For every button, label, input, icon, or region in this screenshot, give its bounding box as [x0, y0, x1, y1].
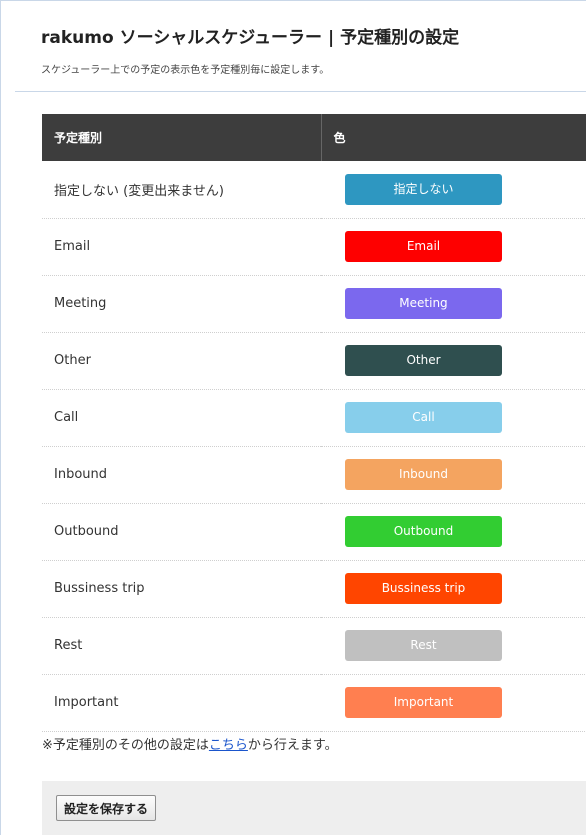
- event-color-cell: Outbound: [321, 503, 586, 561]
- other-settings-link[interactable]: こちら: [209, 738, 248, 753]
- color-picker-button[interactable]: Rest: [345, 630, 502, 661]
- color-picker-button[interactable]: Inbound: [345, 459, 502, 490]
- color-picker-button[interactable]: 指定しない: [345, 173, 502, 205]
- event-type-label: Outbound: [42, 503, 321, 561]
- event-type-label: Meeting: [42, 275, 321, 333]
- column-header-color: 色: [321, 114, 586, 161]
- color-picker-button[interactable]: Outbound: [345, 516, 502, 547]
- page-subtitle: スケジューラー上での予定の表示色を予定種別毎に設定します。: [41, 65, 330, 76]
- color-picker-button[interactable]: Meeting: [345, 288, 502, 319]
- table-row: Outbound Outbound: [42, 503, 586, 561]
- note-suffix: から行えます。: [247, 738, 338, 753]
- event-color-cell: Important: [321, 674, 586, 732]
- table-row: Call Call: [42, 389, 586, 447]
- note-prefix: ※予定種別のその他の設定は: [42, 738, 209, 753]
- table-body: 指定しない (変更出来ません) 指定しない Email Email Meeting Mee…: [42, 161, 586, 732]
- event-type-table-wrapper: 予定種別 色 指定しない (変更出来ません) 指定しない Email Email Mee…: [42, 114, 586, 732]
- table-row: Other Other: [42, 332, 586, 390]
- event-type-label: Inbound: [42, 446, 321, 504]
- color-picker-button[interactable]: Email: [345, 231, 502, 262]
- table-header-row: 予定種別 色: [42, 114, 586, 161]
- table-row: Meeting Meeting: [42, 275, 586, 333]
- page-header: rakumo ソーシャルスケジューラー | 予定種別の設定 スケジューラー上での…: [15, 1, 586, 92]
- color-picker-button[interactable]: Call: [345, 402, 502, 433]
- color-picker-button[interactable]: Important: [345, 687, 502, 718]
- table-row: Important Important: [42, 674, 586, 732]
- event-color-cell: Meeting: [321, 275, 586, 333]
- event-type-label: Other: [42, 332, 321, 390]
- settings-page: rakumo ソーシャルスケジューラー | 予定種別の設定 スケジューラー上での…: [0, 0, 586, 835]
- event-color-cell: 指定しない: [321, 161, 586, 219]
- event-type-label: Important: [42, 674, 321, 732]
- table-row: Email Email: [42, 218, 586, 276]
- color-picker-button[interactable]: Bussiness trip: [345, 573, 502, 604]
- event-type-label: Bussiness trip: [42, 560, 321, 618]
- other-settings-note: ※予定種別のその他の設定はこちらから行えます。: [42, 734, 338, 753]
- event-type-table: 予定種別 色 指定しない (変更出来ません) 指定しない Email Email Mee…: [42, 114, 586, 732]
- color-picker-button[interactable]: Other: [345, 345, 502, 376]
- footer-bar: 設定を保存する: [42, 781, 586, 835]
- save-settings-button[interactable]: 設定を保存する: [56, 795, 157, 821]
- event-color-cell: Bussiness trip: [321, 560, 586, 618]
- page-title: rakumo ソーシャルスケジューラー | 予定種別の設定: [41, 28, 460, 48]
- column-header-event-type: 予定種別: [42, 114, 322, 161]
- event-type-label: 指定しない (変更出来ません): [42, 161, 321, 219]
- event-type-label: Call: [42, 389, 321, 447]
- event-color-cell: Email: [321, 218, 586, 276]
- event-color-cell: Inbound: [321, 446, 586, 504]
- event-type-label: Rest: [42, 617, 321, 675]
- table-row: Rest Rest: [42, 617, 586, 675]
- event-color-cell: Rest: [321, 617, 586, 675]
- table-row: Inbound Inbound: [42, 446, 586, 504]
- event-type-label: Email: [42, 218, 321, 276]
- table-row: 指定しない (変更出来ません) 指定しない: [42, 161, 586, 219]
- event-color-cell: Other: [321, 332, 586, 390]
- event-color-cell: Call: [321, 389, 586, 447]
- table-row: Bussiness trip Bussiness trip: [42, 560, 586, 618]
